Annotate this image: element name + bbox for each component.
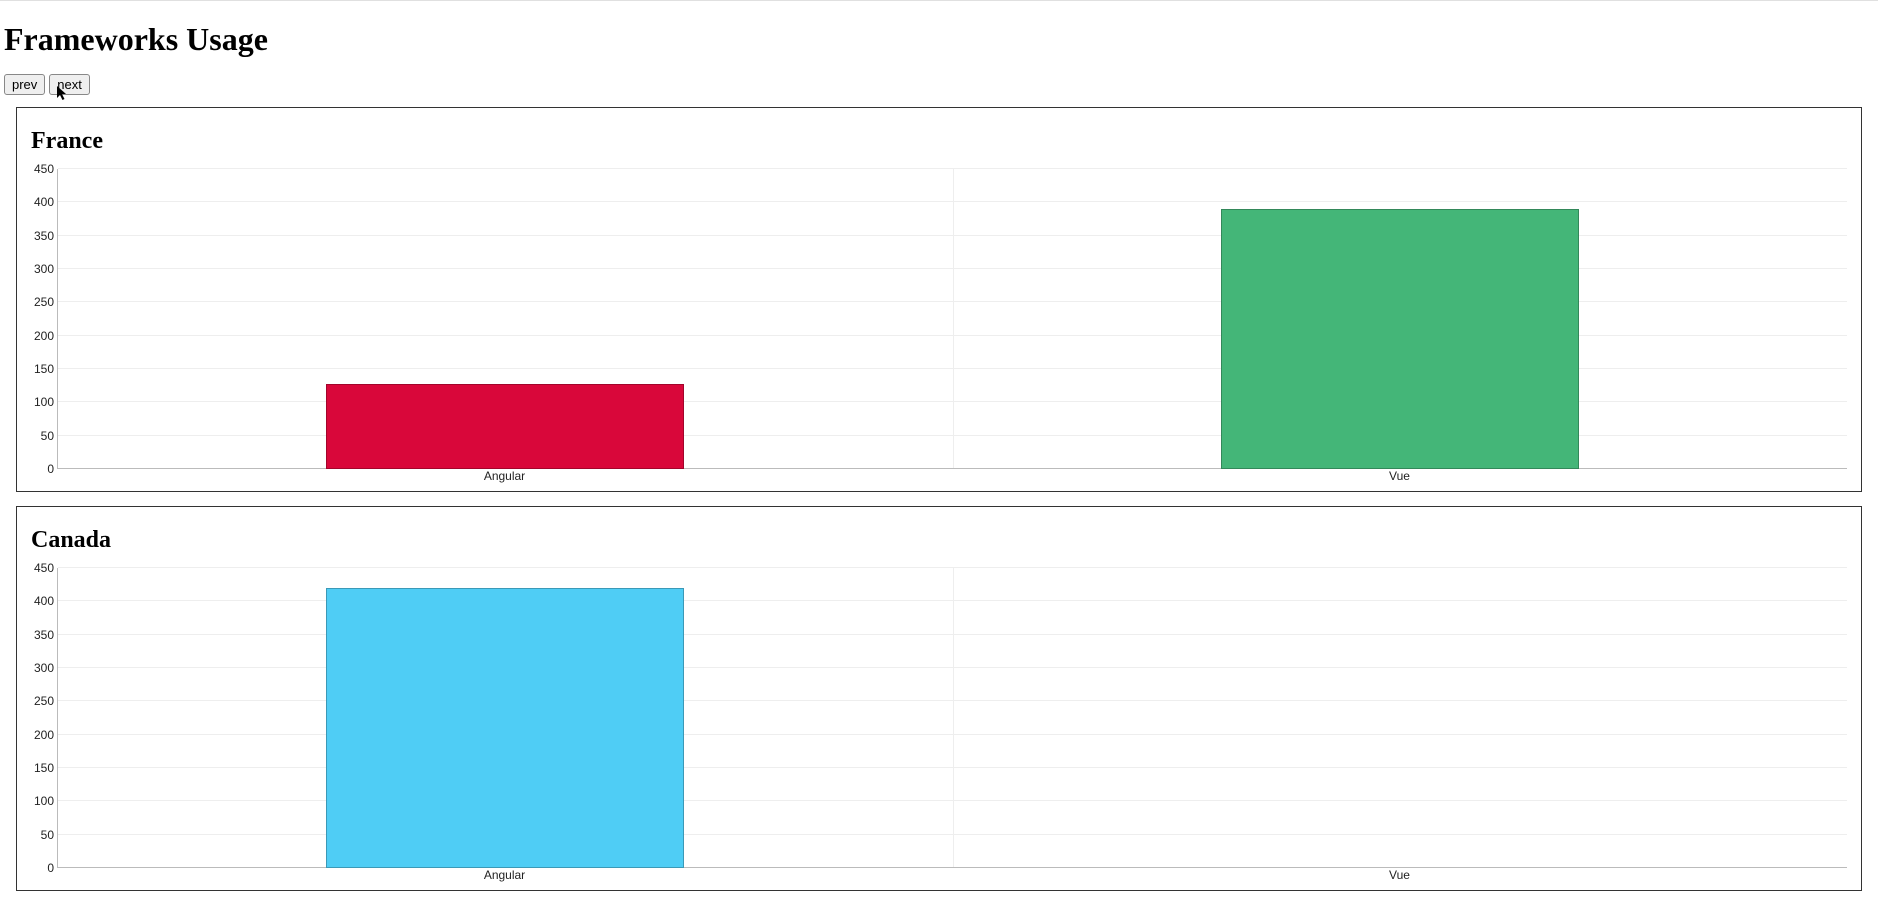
x-tick-label: Vue (1389, 469, 1410, 483)
y-tick-label: 200 (34, 329, 54, 343)
y-tick-label: 250 (34, 295, 54, 309)
y-tick-label: 150 (34, 362, 54, 376)
chart-plot: 0 50 100 150 200 250 300 350 400 450 (57, 568, 1847, 868)
prev-button[interactable]: prev (4, 74, 45, 95)
bar-vue (1221, 209, 1579, 469)
y-tick-label: 450 (34, 561, 54, 575)
vertical-gridline (953, 568, 954, 868)
y-tick-label: 350 (34, 628, 54, 642)
chart-area: 0 50 100 150 200 250 300 350 400 450 Ang… (31, 169, 1847, 487)
chart-plot: 0 50 100 150 200 250 300 350 400 450 (57, 169, 1847, 469)
y-tick-label: 200 (34, 728, 54, 742)
y-tick-label: 400 (34, 594, 54, 608)
y-tick-label: 50 (41, 429, 54, 443)
x-tick-label: Angular (484, 868, 525, 882)
chart-title: France (31, 128, 1847, 155)
chart-panel-france: France 0 50 100 150 200 250 300 350 400 … (16, 107, 1862, 492)
nav-buttons: prev next (4, 74, 1878, 95)
y-tick-label: 450 (34, 162, 54, 176)
y-tick-label: 0 (47, 861, 54, 875)
y-tick-label: 300 (34, 661, 54, 675)
y-tick-label: 250 (34, 694, 54, 708)
y-tick-label: 400 (34, 195, 54, 209)
y-tick-label: 150 (34, 761, 54, 775)
chart-title: Canada (31, 527, 1847, 554)
y-tick-label: 50 (41, 828, 54, 842)
y-tick-label: 100 (34, 794, 54, 808)
vertical-gridline (953, 169, 954, 469)
bar-angular (326, 588, 684, 868)
page-title: Frameworks Usage (4, 21, 1878, 58)
chart-panel-canada: Canada 0 50 100 150 200 250 300 350 400 … (16, 506, 1862, 891)
y-tick-label: 0 (47, 462, 54, 476)
x-tick-label: Vue (1389, 868, 1410, 882)
y-tick-label: 300 (34, 262, 54, 276)
bar-angular (326, 384, 684, 469)
y-tick-label: 100 (34, 395, 54, 409)
chart-area: 0 50 100 150 200 250 300 350 400 450 Ang… (31, 568, 1847, 886)
next-button[interactable]: next (49, 74, 90, 95)
x-tick-label: Angular (484, 469, 525, 483)
y-tick-label: 350 (34, 229, 54, 243)
